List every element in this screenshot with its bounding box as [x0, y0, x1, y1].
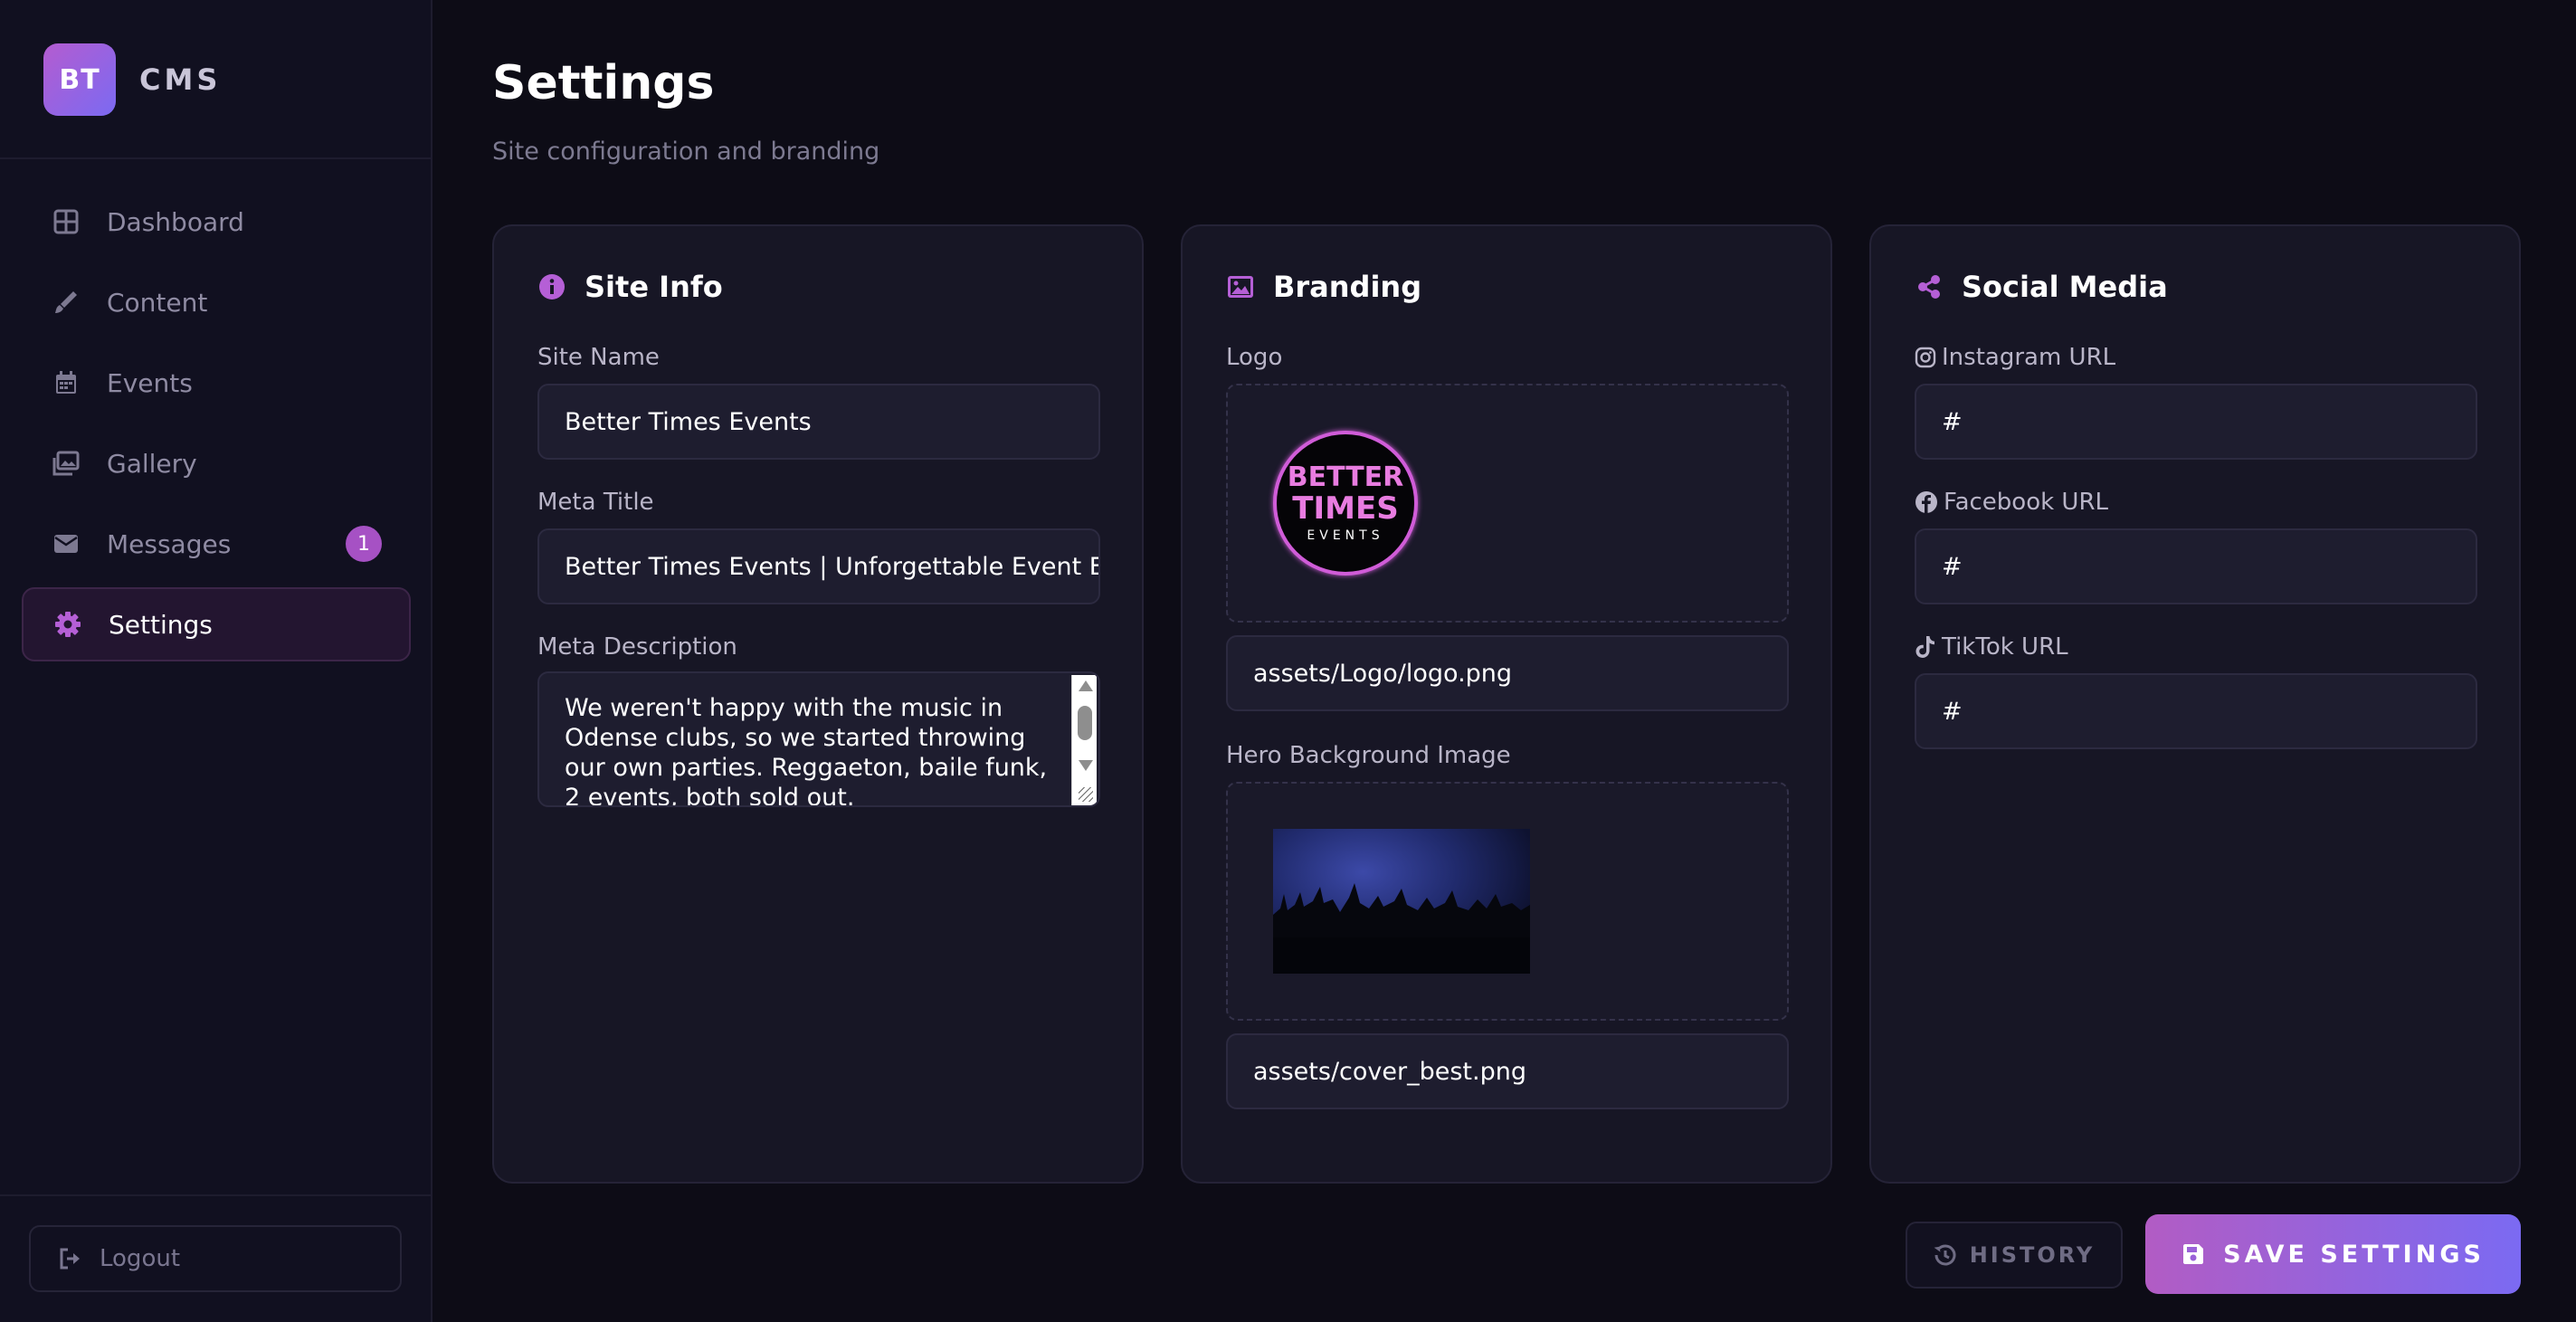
tiktok-url-label-text: TikTok URL	[1942, 633, 2068, 661]
hero-background-preview	[1273, 829, 1530, 974]
sidebar-item-events[interactable]: Events	[22, 346, 411, 420]
instagram-url-input[interactable]: #	[1915, 384, 2477, 460]
sidebar-item-label: Content	[107, 287, 208, 318]
branding-header: Branding	[1226, 270, 1421, 304]
sidebar-footer-divider	[0, 1194, 431, 1196]
save-settings-label: SAVE SETTINGS	[2223, 1240, 2485, 1269]
envelope-icon	[52, 530, 80, 557]
meta-description-text: We weren't happy with the music in Odens…	[565, 694, 1048, 807]
social-media-header: Social Media	[1915, 270, 2168, 304]
save-icon	[2182, 1242, 2205, 1266]
meta-title-input[interactable]: Better Times Events | Unforgettable Even…	[537, 528, 1100, 604]
logo-text-line2: TIMES	[1292, 490, 1399, 527]
pen-icon	[52, 289, 80, 316]
site-name-input[interactable]: Better Times Events	[537, 384, 1100, 460]
sidebar-item-dashboard[interactable]: Dashboard	[22, 185, 411, 259]
share-icon	[1915, 272, 1944, 301]
social-media-title: Social Media	[1962, 270, 2168, 304]
images-icon	[52, 450, 80, 477]
sidebar-nav: Dashboard Content Events Gallery Message…	[22, 185, 411, 668]
tiktok-url-label: TikTok URL	[1915, 633, 2068, 661]
logo-text-line3: EVENTS	[1307, 528, 1384, 543]
sidebar-item-label: Messages	[107, 528, 232, 559]
meta-description-textarea[interactable]: We weren't happy with the music in Odens…	[537, 671, 1100, 807]
social-media-card: Social Media Instagram URL # Facebook UR…	[1869, 224, 2521, 1184]
sidebar-item-label: Settings	[109, 609, 213, 640]
sidebar-item-label: Dashboard	[107, 206, 244, 237]
logout-button[interactable]: Logout	[29, 1225, 402, 1292]
hero-background-path-input[interactable]: assets/cover_best.png	[1226, 1033, 1789, 1109]
logo-preview: BETTER TIMES EVENTS	[1273, 431, 1418, 575]
site-name-label: Site Name	[537, 344, 660, 371]
tiktok-icon	[1915, 635, 1936, 659]
instagram-url-label-text: Instagram URL	[1942, 344, 2116, 371]
tiktok-url-input[interactable]: #	[1915, 673, 2477, 749]
sidebar-item-label: Events	[107, 367, 193, 398]
meta-title-label: Meta Title	[537, 489, 654, 516]
logo-dropzone[interactable]: BETTER TIMES EVENTS	[1226, 384, 1789, 623]
branding-title: Branding	[1273, 270, 1422, 304]
facebook-url-label-text: Facebook URL	[1944, 489, 2109, 516]
logout-label: Logout	[100, 1245, 181, 1272]
brand-name: CMS	[139, 62, 222, 97]
sidebar-item-content[interactable]: Content	[22, 265, 411, 339]
brand-logo: BT	[43, 43, 116, 116]
gear-icon	[54, 611, 81, 638]
meta-description-scrollbar[interactable]	[1071, 675, 1097, 805]
history-button[interactable]: HISTORY	[1906, 1222, 2123, 1289]
sidebar-item-label: Gallery	[107, 448, 197, 479]
scroll-up-arrow-icon[interactable]	[1079, 680, 1093, 691]
logout-icon	[58, 1247, 83, 1270]
sidebar: BT CMS Dashboard Content Events Gallery …	[0, 0, 433, 1322]
logo-path-input[interactable]: assets/Logo/logo.png	[1226, 635, 1789, 711]
page-subtitle: Site configuration and branding	[492, 138, 880, 166]
calendar-icon	[52, 369, 80, 396]
grid-icon	[52, 208, 80, 235]
sidebar-item-settings[interactable]: Settings	[22, 587, 411, 661]
site-info-header: Site Info	[537, 270, 723, 304]
history-icon	[1934, 1243, 1957, 1267]
scroll-thumb[interactable]	[1078, 706, 1092, 740]
history-button-label: HISTORY	[1969, 1242, 2096, 1268]
scroll-down-arrow-icon[interactable]	[1079, 760, 1093, 771]
brand[interactable]: BT CMS	[43, 43, 221, 116]
logo-text-line1: BETTER	[1287, 461, 1404, 493]
site-info-title: Site Info	[585, 270, 723, 304]
logo-label: Logo	[1226, 344, 1283, 371]
facebook-icon	[1915, 490, 1938, 514]
messages-count-badge: 1	[346, 526, 382, 562]
image-icon	[1226, 272, 1255, 301]
branding-card: Branding Logo BETTER TIMES EVENTS assets…	[1181, 224, 1832, 1184]
page-title: Settings	[492, 56, 715, 110]
resize-grip-icon[interactable]	[1079, 787, 1093, 802]
site-info-card: Site Info Site Name Better Times Events …	[492, 224, 1144, 1184]
meta-description-label: Meta Description	[537, 633, 737, 661]
info-icon	[537, 272, 566, 301]
facebook-url-input[interactable]: #	[1915, 528, 2477, 604]
sidebar-item-messages[interactable]: Messages 1	[22, 507, 411, 581]
save-settings-button[interactable]: SAVE SETTINGS	[2145, 1214, 2521, 1294]
sidebar-item-gallery[interactable]: Gallery	[22, 426, 411, 500]
instagram-url-label: Instagram URL	[1915, 344, 2115, 371]
instagram-icon	[1915, 347, 1936, 368]
hero-background-label: Hero Background Image	[1226, 742, 1511, 769]
facebook-url-label: Facebook URL	[1915, 489, 2108, 516]
hero-background-dropzone[interactable]	[1226, 782, 1789, 1021]
sidebar-divider	[0, 157, 431, 159]
